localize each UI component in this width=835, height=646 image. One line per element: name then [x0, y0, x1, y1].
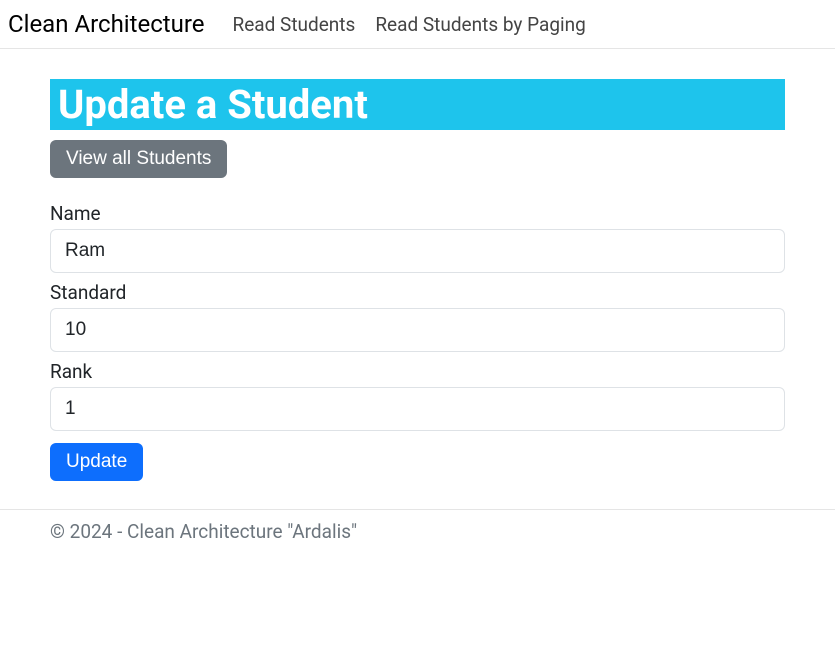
nav-link-read-students-paging[interactable]: Read Students by Paging	[375, 13, 585, 36]
update-button[interactable]: Update	[50, 443, 143, 481]
footer-text: © 2024 - Clean Architecture "Ardalis"	[50, 520, 357, 543]
view-all-students-button[interactable]: View all Students	[50, 140, 227, 178]
footer: © 2024 - Clean Architecture "Ardalis"	[0, 509, 835, 553]
main-container: Update a Student View all Students Name …	[0, 49, 835, 491]
rank-label: Rank	[50, 360, 785, 383]
name-label: Name	[50, 202, 785, 225]
standard-label: Standard	[50, 281, 785, 304]
nav-link-read-students[interactable]: Read Students	[233, 13, 356, 36]
form-group-standard: Standard	[50, 281, 785, 352]
navbar-brand[interactable]: Clean Architecture	[8, 10, 205, 38]
page-title: Update a Student	[50, 79, 785, 130]
form-group-name: Name	[50, 202, 785, 273]
standard-field[interactable]	[50, 308, 785, 352]
rank-field[interactable]	[50, 387, 785, 431]
form-group-rank: Rank	[50, 360, 785, 431]
navbar: Clean Architecture Read Students Read St…	[0, 0, 835, 49]
name-field[interactable]	[50, 229, 785, 273]
